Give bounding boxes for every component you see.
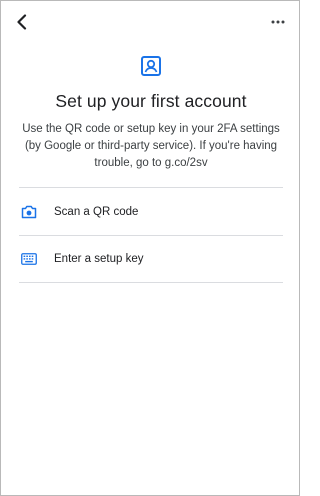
scan-qr-code-label: Scan a QR code [54,206,139,218]
more-horizontal-icon [271,20,285,24]
chevron-left-icon [17,14,27,30]
app-screen: Set up your first account Use the QR cod… [0,0,300,496]
divider [19,282,283,283]
camera-icon [21,205,37,219]
page-title: Set up your first account [55,91,247,111]
enter-setup-key-option[interactable]: Enter a setup key [19,236,283,282]
enter-setup-key-label: Enter a setup key [54,253,144,265]
back-button[interactable] [11,11,33,33]
more-options-button[interactable] [267,11,289,33]
keyboard-icon [21,252,37,266]
scan-qr-code-option[interactable]: Scan a QR code [19,189,283,235]
divider [19,187,283,188]
instructions-text: Use the QR code or setup key in your 2FA… [22,123,280,169]
account-box-icon [141,56,161,76]
